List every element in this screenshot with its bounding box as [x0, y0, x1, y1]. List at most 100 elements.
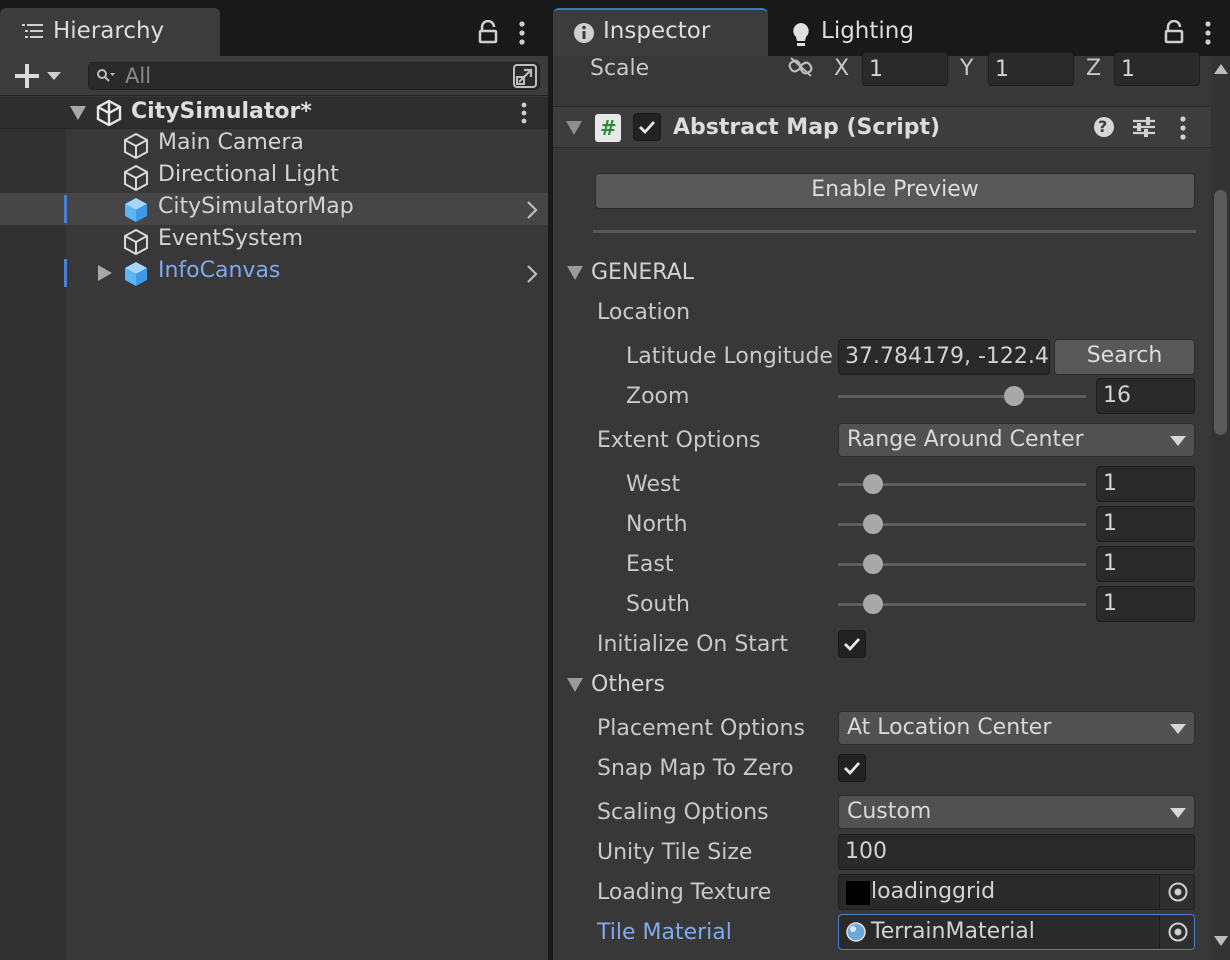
hierarchy-item-infocanvas[interactable]: InfoCanvas [0, 257, 548, 289]
direction-label: South [626, 592, 690, 617]
scrollbar-thumb[interactable] [1214, 190, 1227, 435]
slider-knob[interactable] [1004, 386, 1024, 406]
chevron-right-icon[interactable] [526, 265, 538, 283]
foldout-arrow-icon[interactable] [567, 678, 583, 692]
create-button[interactable] [12, 62, 66, 90]
expand-window-icon[interactable] [511, 62, 539, 90]
direction-slider[interactable] [838, 468, 1086, 502]
search-button[interactable]: Search [1054, 339, 1195, 375]
scaling-options-dropdown[interactable]: Custom [838, 795, 1195, 829]
foldout-arrow-icon[interactable] [98, 265, 112, 281]
preset-sliders-icon[interactable] [1132, 116, 1156, 138]
component-header[interactable]: # Abstract Map (Script) ? [553, 106, 1211, 148]
general-section-header[interactable]: GENERAL [591, 258, 694, 288]
direction-label: North [626, 512, 688, 537]
kebab-menu-icon[interactable] [518, 21, 526, 45]
dropdown-arrow-icon [1170, 436, 1186, 446]
hierarchy-search-input[interactable]: All [88, 62, 540, 90]
kebab-menu-icon[interactable] [1204, 21, 1212, 45]
tab-inspector[interactable]: Inspector [553, 8, 768, 56]
lock-icon[interactable] [478, 20, 498, 44]
loading-texture-field[interactable]: loadinggrid [838, 874, 1195, 910]
lightbulb-icon [791, 22, 811, 48]
prefab-cube-icon [122, 260, 150, 288]
unity-scene-icon [95, 99, 123, 127]
others-section-header[interactable]: Others [591, 670, 665, 700]
hierarchy-item-citysimulatormap[interactable]: CitySimulatorMap [0, 193, 548, 225]
lat-lon-field[interactable]: 37.784179, -122.4 [838, 339, 1050, 375]
direction-slider[interactable] [838, 588, 1086, 622]
component-enabled-checkbox[interactable] [633, 113, 661, 141]
foldout-arrow-icon[interactable] [566, 121, 582, 135]
direction-slider[interactable] [838, 508, 1086, 542]
scale-x-field[interactable]: 1 [862, 52, 948, 86]
chevron-right-icon[interactable] [526, 201, 538, 219]
object-picker-button[interactable] [1159, 915, 1194, 949]
object-picker-icon [1167, 921, 1189, 943]
zoom-label: Zoom [626, 384, 690, 409]
scale-z-label: Z [1086, 56, 1102, 81]
hierarchy-item-main-camera[interactable]: Main Camera [0, 129, 548, 161]
placement-options-label: Placement Options [597, 716, 805, 741]
scaling-options-value: Custom [847, 799, 932, 824]
slider-knob[interactable] [863, 474, 883, 494]
unity-tile-size-field[interactable]: 100 [838, 834, 1195, 870]
unity-tile-size-label: Unity Tile Size [597, 840, 753, 865]
slider-knob[interactable] [863, 554, 883, 574]
hierarchy-list-icon [22, 22, 44, 42]
direction-label: West [626, 472, 681, 497]
unlink-icon[interactable] [788, 56, 814, 78]
snap-map-to-zero-checkbox[interactable] [838, 754, 866, 782]
prefab-cube-icon [122, 196, 150, 224]
direction-slider[interactable] [838, 548, 1086, 582]
snap-map-to-zero-label: Snap Map To Zero [597, 756, 794, 781]
extent-options-label: Extent Options [597, 428, 761, 453]
foldout-arrow-icon[interactable] [567, 266, 583, 280]
hierarchy-item-label: EventSystem [158, 226, 304, 251]
direction-value-field[interactable]: 1 [1096, 506, 1195, 542]
scroll-up-arrow-icon[interactable] [1214, 64, 1228, 74]
direction-value-field[interactable]: 1 [1096, 586, 1195, 622]
separator-line [593, 230, 1196, 233]
scale-label: Scale [590, 56, 650, 81]
direction-value-field[interactable]: 1 [1096, 546, 1195, 582]
slider-knob[interactable] [863, 514, 883, 534]
kebab-menu-icon[interactable] [520, 102, 528, 124]
hierarchy-item-eventsystem[interactable]: EventSystem [0, 225, 548, 257]
hierarchy-item-label: Directional Light [158, 162, 339, 187]
location-label: Location [597, 300, 691, 325]
zoom-slider[interactable] [838, 380, 1086, 414]
kebab-menu-icon[interactable] [1179, 116, 1187, 140]
placement-options-value: At Location Center [847, 715, 1052, 740]
slider-track [838, 395, 1086, 398]
tile-material-value: TerrainMaterial [871, 919, 1035, 944]
enable-preview-button[interactable]: Enable Preview [595, 173, 1195, 209]
slider-knob[interactable] [863, 594, 883, 614]
lock-icon[interactable] [1164, 20, 1184, 44]
zoom-field[interactable]: 16 [1096, 378, 1195, 414]
tab-lighting[interactable]: Lighting [775, 8, 965, 56]
placement-options-dropdown[interactable]: At Location Center [838, 711, 1195, 745]
scale-y-field[interactable]: 1 [988, 52, 1074, 86]
extent-options-dropdown[interactable]: Range Around Center [838, 423, 1195, 457]
gameobject-cube-icon [122, 132, 150, 160]
script-icon: # [595, 114, 621, 142]
hierarchy-tab-label: Hierarchy [53, 18, 165, 44]
help-icon[interactable]: ? [1094, 117, 1114, 137]
tab-hierarchy[interactable]: Hierarchy [0, 8, 220, 56]
direction-label: East [626, 552, 674, 577]
scroll-down-arrow-icon[interactable] [1214, 936, 1228, 946]
direction-value-field[interactable]: 1 [1096, 466, 1195, 502]
foldout-arrow-icon[interactable] [70, 106, 86, 120]
prefab-selection-bar [64, 195, 67, 223]
object-picker-button[interactable] [1159, 875, 1194, 909]
scene-row[interactable]: CitySimulator* [0, 97, 548, 129]
hierarchy-item-directional-light[interactable]: Directional Light [0, 161, 548, 193]
scale-z-field[interactable]: 1 [1114, 52, 1200, 86]
tile-material-field[interactable]: TerrainMaterial [838, 914, 1195, 950]
material-sphere-icon [846, 922, 866, 942]
spacer [553, 96, 1211, 106]
plus-icon [14, 64, 40, 88]
initialize-on-start-checkbox[interactable] [838, 630, 866, 658]
gameobject-cube-icon [122, 228, 150, 256]
